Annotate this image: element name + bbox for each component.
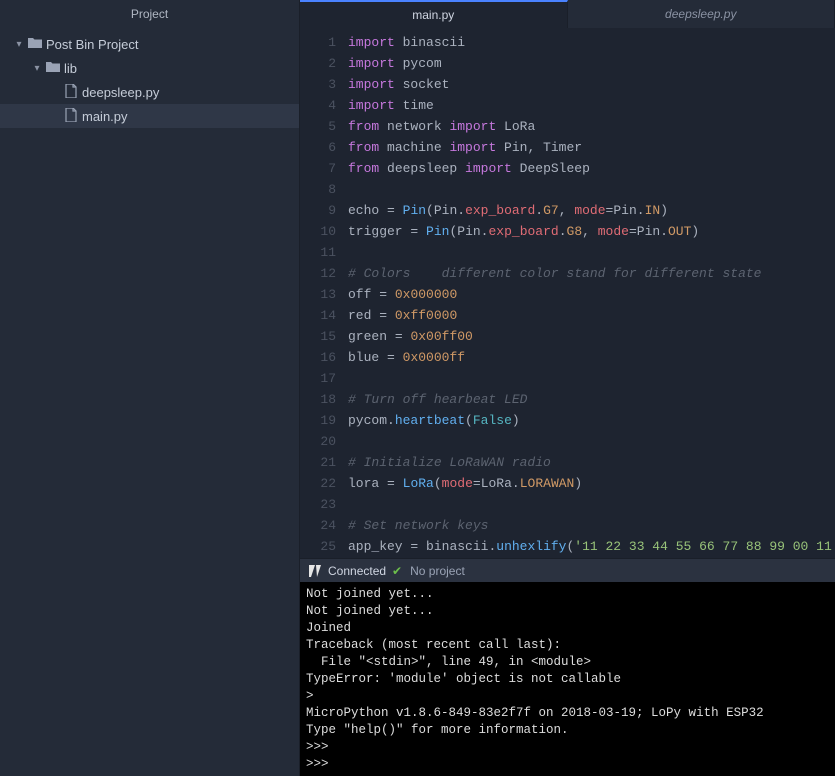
- chevron-down-icon: ▾: [30, 63, 44, 74]
- status-bar: Connected ✔ No project: [300, 558, 835, 582]
- file-icon: [62, 108, 80, 125]
- tree-folder[interactable]: ▾ Post Bin Project: [0, 32, 299, 56]
- editor-tabbar: main.pydeepsleep.py: [300, 0, 835, 28]
- folder-icon: [26, 37, 44, 52]
- code-area[interactable]: import binasciiimport pycomimport socket…: [348, 28, 835, 558]
- chevron-down-icon: ▾: [12, 39, 26, 50]
- editor-tab[interactable]: main.py: [300, 0, 568, 28]
- tree-item-label: deepsleep.py: [80, 85, 159, 100]
- status-connected: Connected: [328, 564, 386, 578]
- sidebar-title: Project: [0, 0, 299, 28]
- code-editor[interactable]: 1234567891011121314151617181920212223242…: [300, 28, 835, 558]
- project-sidebar: Project ▾Post Bin Project▾libdeepsleep.p…: [0, 0, 300, 776]
- status-noproject: No project: [410, 564, 465, 578]
- pycom-logo-icon: [308, 564, 322, 578]
- tree-item-label: lib: [62, 61, 77, 76]
- tree-file[interactable]: deepsleep.py: [0, 80, 299, 104]
- line-gutter: 1234567891011121314151617181920212223242…: [300, 28, 348, 558]
- tree-item-label: main.py: [80, 109, 128, 124]
- terminal-panel[interactable]: Not joined yet... Not joined yet... Join…: [300, 582, 835, 776]
- tree-folder[interactable]: ▾ lib: [0, 56, 299, 80]
- folder-icon: [44, 61, 62, 76]
- editor-tab[interactable]: deepsleep.py: [568, 0, 835, 28]
- tree-item-label: Post Bin Project: [44, 37, 139, 52]
- check-icon: ✔: [392, 564, 402, 578]
- tree-file[interactable]: main.py: [0, 104, 299, 128]
- file-icon: [62, 84, 80, 101]
- file-tree: ▾Post Bin Project▾libdeepsleep.pymain.py: [0, 28, 299, 128]
- main-area: main.pydeepsleep.py 12345678910111213141…: [300, 0, 835, 776]
